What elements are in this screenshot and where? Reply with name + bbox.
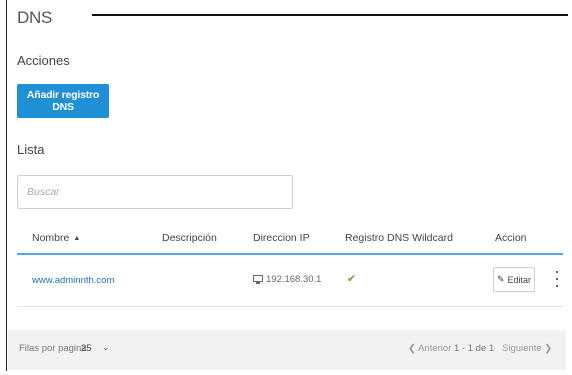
column-label-nombre: Nombre [32,232,70,244]
column-header-descripcion: Descripción [162,232,217,244]
ip-address-text: 192.168.30.1 [266,274,322,285]
actions-heading: Acciones [17,53,70,68]
add-dns-record-button[interactable]: Añadir registro DNS [17,84,109,118]
frame-left-border [6,0,7,371]
page-title: DNS [17,8,52,27]
dns-record-ip: 192.168.30.1 [253,274,321,285]
check-icon: ✔ [347,273,357,285]
list-heading: Lista [17,142,45,157]
sort-ascending-icon: ▲ [73,235,81,242]
next-page-button[interactable]: Siguiente ❯ [502,343,552,354]
column-header-accion: Accion [495,232,527,244]
search-input[interactable] [17,175,293,209]
previous-page-button[interactable]: ❮ Anterior [408,343,451,354]
dns-record-name-link[interactable]: www.adminnth.com [32,275,114,286]
column-header-wildcard: Registro DNS Wildcard [345,232,453,244]
pagination-footer: Filas por pagina 25 ⌄ ❮ Anterior 1 - 1 d… [8,330,566,370]
edit-button[interactable]: ✎ Editar [493,267,535,292]
chevron-down-icon[interactable]: ⌄ [102,342,110,353]
pencil-icon: ✎ [496,274,505,284]
column-header-nombre[interactable]: Nombre ▲ [32,232,80,244]
column-header-ip: Direccion IP [253,232,310,244]
monitor-icon [253,275,263,284]
page-info: 1 - 1 de 1 [454,343,495,354]
edit-label: Editar [507,274,532,285]
dns-table: Nombre ▲ Descripción Direccion IP Registr… [17,222,563,307]
rows-per-page-label: Filas por pagina [19,343,87,354]
rows-per-page-select[interactable]: 25 [81,343,92,354]
table-header: Nombre ▲ Descripción Direccion IP Registr… [17,222,563,255]
more-options-icon[interactable] [555,271,559,287]
table-row: www.adminnth.com 192.168.30.1 ✔ ✎ Editar [17,255,563,307]
frame-top-border [92,14,568,16]
